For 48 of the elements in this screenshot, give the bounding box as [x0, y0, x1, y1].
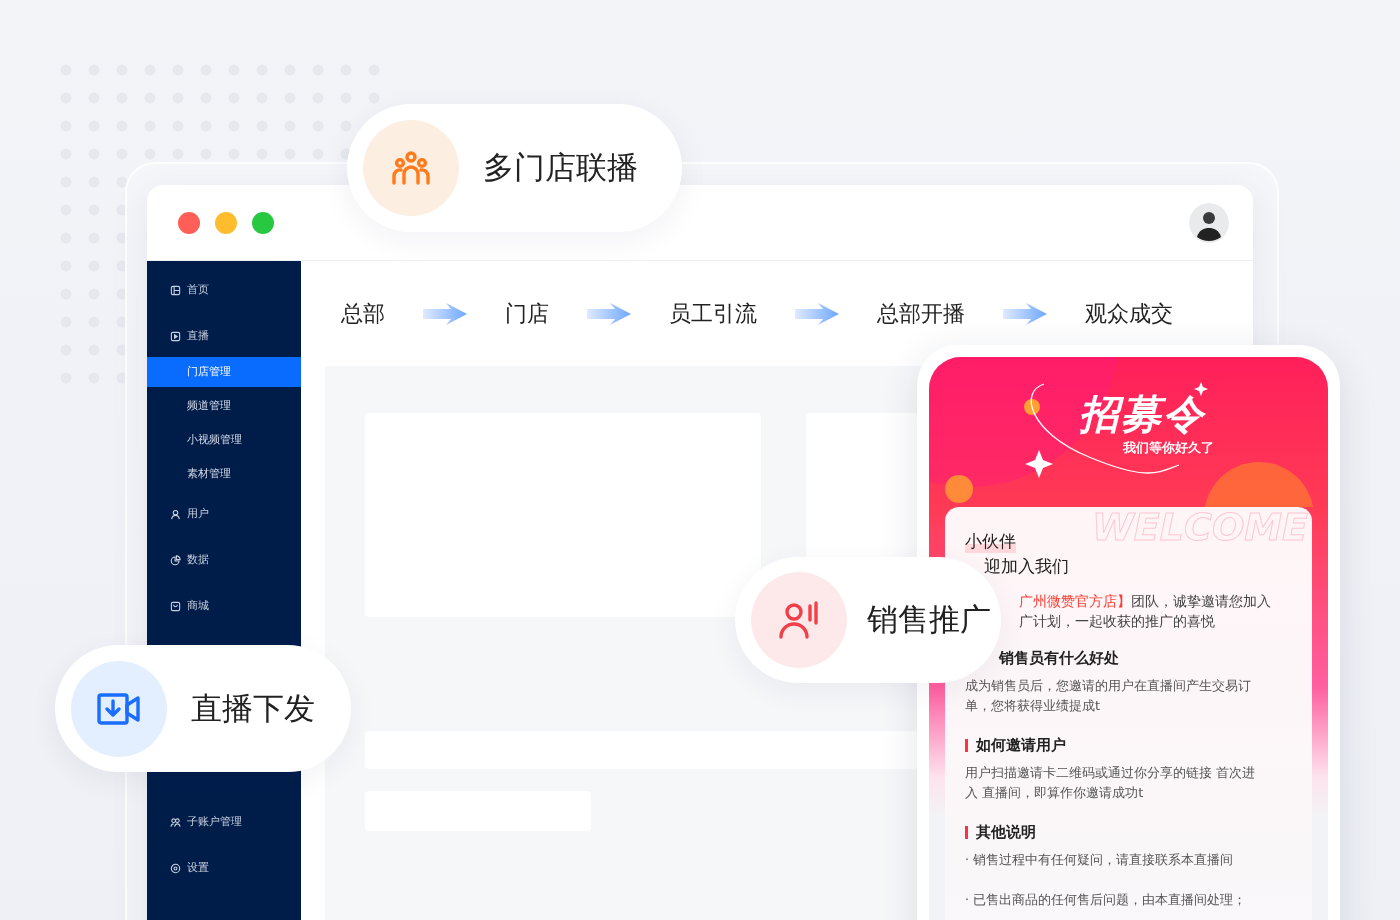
feature-label: 销售推广 — [867, 600, 991, 639]
flow-step: 观众成交 — [1085, 298, 1173, 329]
section-text: · 销售过程中有任何疑问，请直接联系本直播间 — [965, 851, 1235, 869]
sidebar-item[interactable]: 数据 — [147, 549, 301, 571]
sidebar-subitem[interactable]: 频道管理 — [147, 391, 301, 421]
user-icon — [170, 508, 181, 520]
arrow-icon — [423, 302, 467, 325]
minimize-button[interactable] — [215, 211, 237, 234]
sidebar-item[interactable]: 商城 — [147, 595, 301, 617]
feature-label: 直播下发 — [191, 688, 315, 728]
section-text: 用户扫描邀请卡二维码或通过你分享的链接 首次进入 直播间，即算作你邀请成功t — [965, 764, 1257, 802]
close-button[interactable] — [178, 211, 200, 234]
sidebar-item[interactable]: 子账户管理 — [147, 811, 301, 833]
settings-icon — [170, 862, 181, 874]
live-icon — [170, 330, 181, 342]
flow-step: 员工引流 — [669, 298, 757, 329]
sidebar-subitem[interactable]: 小视频管理 — [147, 425, 301, 455]
sidebar-item[interactable]: 用户 — [147, 503, 301, 525]
sidebar-subitem[interactable]: 门店管理 — [147, 357, 301, 387]
section-text: · 已售出商品的任何售后问题，由本直播间处理； — [965, 891, 1248, 909]
section-text: 成为销售员后，您邀请的用户在直播间产生交易订单，您将获得业绩提成t — [965, 677, 1252, 715]
chart-icon — [170, 554, 181, 566]
sidebar-item[interactable]: 设置 — [147, 857, 301, 879]
arrow-icon — [587, 302, 631, 325]
flow-step: 门店 — [505, 298, 549, 329]
maximize-button[interactable] — [252, 211, 274, 234]
section-title: 其他说明 — [976, 823, 1036, 842]
flow-step: 总部开播 — [877, 298, 965, 329]
feature-label: 多门店联播 — [483, 148, 638, 187]
banner-title: 招募令 — [1078, 390, 1205, 439]
section-title: 如何邀请用户 — [976, 736, 1066, 755]
flow-step: 总部 — [341, 298, 385, 329]
sidebar-subitem[interactable]: 素材管理 — [147, 459, 301, 489]
sidebar-item[interactable]: 直播 — [147, 325, 301, 347]
intro-text: 广州微赞官方店】团队，诚挚邀请您加入 — [1019, 592, 1271, 611]
shop-icon — [170, 600, 181, 612]
banner-subtitle: 我们等你好久了 — [1123, 440, 1214, 457]
section-title: 销售员有什么好处 — [999, 649, 1119, 668]
accounts-icon — [170, 816, 181, 828]
welcome-text: 迎加入我们 — [984, 555, 1069, 578]
intro-text: 广计划，一起收获的推广的喜悦 — [1019, 612, 1215, 631]
arrow-icon — [1003, 302, 1047, 325]
arrow-icon — [795, 302, 839, 325]
section-marker — [965, 739, 968, 752]
sidebar-item[interactable]: 首页 — [147, 279, 301, 301]
section-marker — [965, 826, 968, 839]
avatar[interactable] — [1189, 202, 1229, 243]
home-icon — [170, 284, 181, 296]
